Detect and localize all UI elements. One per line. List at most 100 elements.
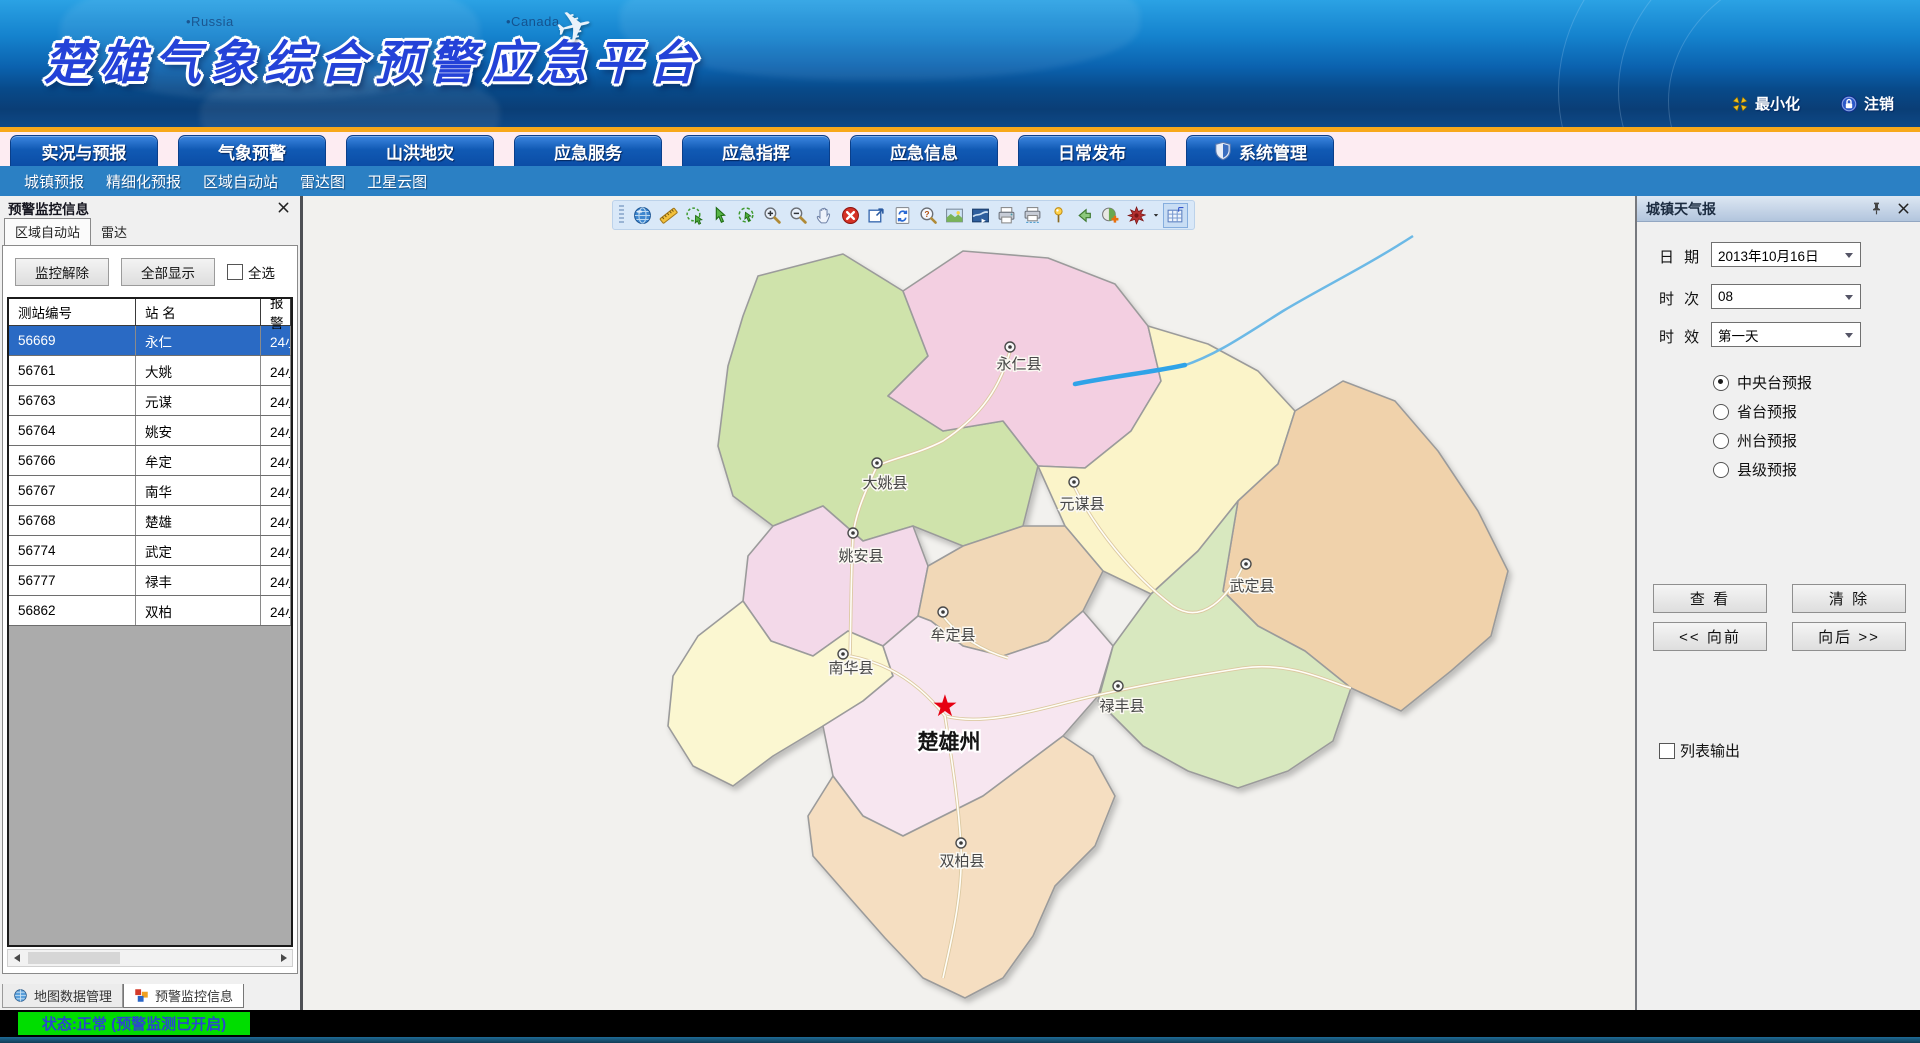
- scrollbar-thumb[interactable]: [28, 952, 120, 964]
- left-panel-tab-1[interactable]: 区域自动站: [4, 218, 91, 245]
- main-nav-tab-8[interactable]: 系统管理: [1186, 135, 1334, 166]
- subnav-item-5[interactable]: 卫星云图: [367, 171, 427, 192]
- main-nav-tab-6[interactable]: 应急信息: [850, 135, 998, 166]
- zoom-extent-icon[interactable]: [864, 203, 889, 228]
- warning-monitor-panel: 预警监控信息 区域自动站雷达 监控解除全部显示全选 测站编号站 名报警 5666…: [0, 196, 303, 1010]
- show-all-button[interactable]: 全部显示: [121, 258, 215, 286]
- county-label: 武定县: [1229, 578, 1274, 595]
- table-row[interactable]: 56669永仁24小: [9, 326, 291, 356]
- subnav-item-4[interactable]: 雷达图: [300, 171, 345, 192]
- toolbar-grip[interactable]: [619, 205, 624, 225]
- main-nav-tab-7[interactable]: 日常发布: [1018, 135, 1166, 166]
- view-button[interactable]: 查 看: [1653, 584, 1767, 613]
- table-row[interactable]: 56777禄丰24小: [9, 566, 291, 596]
- globe-icon[interactable]: [630, 203, 655, 228]
- town-marker: [938, 607, 948, 617]
- table-row[interactable]: 56862双柏24小: [9, 596, 291, 626]
- radio-button[interactable]: [1713, 404, 1729, 420]
- town-weather-panel: 城镇天气报 日 期2013年10月16日时 次08时 效第一天 中央台预报省台预…: [1635, 196, 1920, 1010]
- table-cell: 大姚: [136, 356, 261, 385]
- county-label: 禄丰县: [1099, 698, 1144, 715]
- table-cell: 24小: [261, 506, 291, 535]
- radio-option-4[interactable]: 县级预报: [1713, 459, 1797, 480]
- zoom-in-icon[interactable]: [760, 203, 785, 228]
- identify-icon[interactable]: ?: [916, 203, 941, 228]
- next-button[interactable]: 向后 >>: [1792, 622, 1906, 651]
- checkbox-box[interactable]: [1659, 743, 1675, 759]
- stop-icon[interactable]: [838, 203, 863, 228]
- measure-icon[interactable]: [656, 203, 681, 228]
- main-nav-tab-4[interactable]: 应急服务: [514, 135, 662, 166]
- print-preview-icon[interactable]: [1020, 203, 1045, 228]
- select-arrow-icon[interactable]: [708, 203, 733, 228]
- window-controls: 最小化 注销: [1731, 93, 1894, 114]
- period-select[interactable]: 第一天: [1711, 322, 1861, 347]
- hour-field-row: 时 次08: [1637, 284, 1920, 310]
- dock-tab-1[interactable]: 地图数据管理: [2, 984, 123, 1008]
- subnav-item-3[interactable]: 区域自动站: [203, 171, 278, 192]
- page-title: 楚雄气象综合预警应急平台: [44, 24, 704, 93]
- main-nav-tab-3[interactable]: 山洪地灾: [346, 135, 494, 166]
- clear-button[interactable]: 清 除: [1792, 584, 1906, 613]
- pin-icon[interactable]: [1869, 201, 1884, 216]
- table-cell: 24小: [261, 446, 291, 475]
- county-label: 姚安县: [838, 548, 883, 565]
- left-panel-tab-2[interactable]: 雷达: [91, 219, 137, 245]
- print-icon[interactable]: [994, 203, 1019, 228]
- dock-tab-2[interactable]: 预警监控信息: [123, 984, 244, 1008]
- table-row[interactable]: 56767南华24小: [9, 476, 291, 506]
- radio-option-2[interactable]: 省台预报: [1713, 401, 1797, 422]
- table-cell: 武定: [136, 536, 261, 565]
- list-output-checkbox[interactable]: 列表输出: [1659, 740, 1740, 761]
- subnav-item-1[interactable]: 城镇预报: [24, 171, 84, 192]
- hour-select[interactable]: 08: [1711, 284, 1861, 309]
- warning-flash-icon[interactable]: [1124, 203, 1149, 228]
- table-row[interactable]: 56763元谋24小: [9, 386, 291, 416]
- zoom-out-icon[interactable]: [786, 203, 811, 228]
- layer-grid-icon[interactable]: [1163, 203, 1188, 228]
- logout-button[interactable]: 注销: [1840, 93, 1894, 114]
- caret-down-icon[interactable]: [1150, 203, 1162, 228]
- table-cell: 楚雄: [136, 506, 261, 535]
- table-row[interactable]: 56766牟定24小: [9, 446, 291, 476]
- add-overlay-icon[interactable]: [1098, 203, 1123, 228]
- horizontal-scrollbar[interactable]: [7, 949, 293, 967]
- radio-option-3[interactable]: 州台预报: [1713, 430, 1797, 451]
- table-cell: 24小: [261, 326, 291, 355]
- locate-pin-icon[interactable]: [1046, 203, 1071, 228]
- radio-button[interactable]: [1713, 433, 1729, 449]
- table-row[interactable]: 56761大姚24小: [9, 356, 291, 386]
- close-icon[interactable]: [276, 200, 292, 216]
- station-actions: 监控解除全部显示全选: [15, 258, 275, 286]
- date-select[interactable]: 2013年10月16日: [1711, 242, 1861, 267]
- prev-button[interactable]: << 向前: [1653, 622, 1767, 651]
- select-polygon-icon[interactable]: [682, 203, 707, 228]
- minimize-button[interactable]: 最小化: [1731, 93, 1800, 114]
- table-row[interactable]: 56764姚安24小: [9, 416, 291, 446]
- table-row[interactable]: 56768楚雄24小: [9, 506, 291, 536]
- checkbox-box[interactable]: [227, 264, 243, 280]
- release-monitor-button[interactable]: 监控解除: [15, 258, 109, 286]
- export-map-icon[interactable]: [968, 203, 993, 228]
- pan-hand-icon[interactable]: [812, 203, 837, 228]
- basemap-image-icon[interactable]: [942, 203, 967, 228]
- main-nav-tab-2[interactable]: 气象预警: [178, 135, 326, 166]
- chevron-down-icon: [1845, 295, 1853, 300]
- scroll-right-arrow[interactable]: [275, 950, 292, 966]
- table-row[interactable]: 56774武定24小: [9, 536, 291, 566]
- map-view[interactable]: 大姚县永仁县元谋县武定县姚安县牟定县南华县禄丰县双柏县★楚雄州 ?: [303, 196, 1635, 1010]
- main-nav-tab-1[interactable]: 实况与预报: [10, 135, 158, 166]
- scroll-left-arrow[interactable]: [8, 950, 25, 966]
- list-output-label: 列表输出: [1680, 740, 1740, 761]
- close-icon[interactable]: [1896, 201, 1911, 216]
- select-circle-icon[interactable]: [734, 203, 759, 228]
- radio-button[interactable]: [1713, 462, 1729, 478]
- main-nav-tab-5[interactable]: 应急指挥: [682, 135, 830, 166]
- select-all-checkbox[interactable]: 全选: [227, 262, 275, 282]
- town-marker: [848, 528, 858, 538]
- back-arrow-icon[interactable]: [1072, 203, 1097, 228]
- radio-option-1[interactable]: 中央台预报: [1713, 372, 1812, 393]
- refresh-icon[interactable]: [890, 203, 915, 228]
- subnav-item-2[interactable]: 精细化预报: [106, 171, 181, 192]
- radio-button[interactable]: [1713, 375, 1729, 391]
